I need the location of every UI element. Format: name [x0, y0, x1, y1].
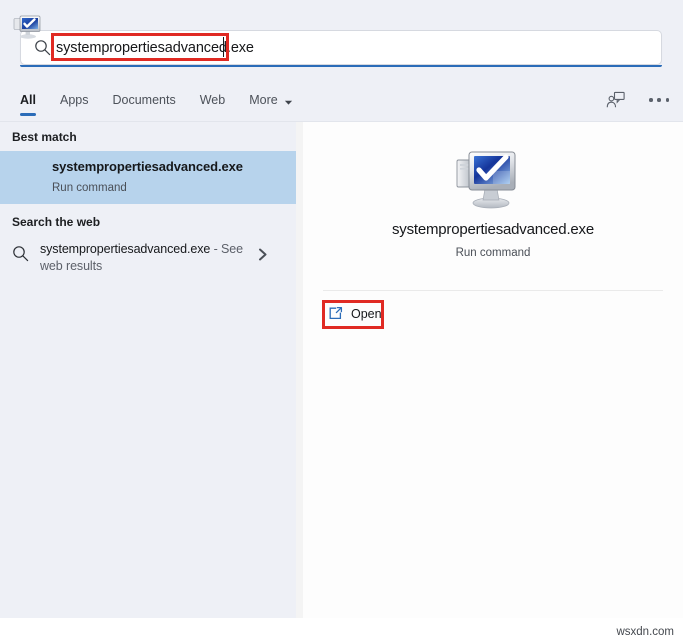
tab-apps-label: Apps: [59, 93, 89, 107]
tab-web[interactable]: Web: [200, 78, 225, 122]
search-box-accent-underline: [20, 65, 662, 67]
chevron-right-icon[interactable]: [256, 248, 269, 261]
web-result-query: systempropertiesadvanced.exe: [40, 242, 211, 256]
search-filter-tabs: All Apps Documents Web More: [0, 78, 683, 122]
tab-more[interactable]: More: [249, 78, 292, 122]
bottom-strip: [0, 618, 683, 644]
system-properties-icon: [455, 145, 523, 213]
web-result-text: systempropertiesadvanced.exe - See web r…: [40, 241, 245, 275]
tab-all[interactable]: All: [20, 78, 36, 122]
tab-web-label: Web: [199, 93, 226, 107]
preview-subtitle: Run command: [455, 247, 531, 259]
open-button-label: Open: [351, 307, 382, 321]
tab-active-underline: [20, 113, 36, 116]
windows-search-window: All Apps Documents Web More: [0, 0, 683, 644]
preview-divider: [323, 290, 663, 291]
tab-documents-label: Documents: [112, 93, 176, 107]
tabbar-actions: [606, 78, 669, 122]
pane-divider: [296, 122, 303, 644]
tab-documents[interactable]: Documents: [112, 78, 175, 122]
dot-3: [665, 98, 669, 102]
best-match-subtitle: Run command: [52, 182, 127, 194]
tab-apps[interactable]: Apps: [60, 78, 89, 122]
dot-2: [657, 98, 661, 102]
open-external-icon: [328, 306, 343, 321]
watermark: wsxdn.com: [616, 626, 674, 638]
search-the-web-header: Search the web: [12, 215, 101, 229]
preview-title: systempropertiesadvanced.exe: [391, 221, 594, 238]
feedback-icon[interactable]: [606, 91, 625, 110]
text-cursor: [223, 37, 224, 57]
search-icon: [34, 39, 51, 56]
search-bar-region: [0, 0, 683, 78]
tab-more-label: More: [249, 93, 278, 107]
dot-1: [649, 98, 653, 102]
system-properties-icon: [13, 13, 43, 40]
best-match-title: systempropertiesadvanced.exe: [52, 159, 243, 174]
best-match-header: Best match: [12, 130, 77, 144]
chevron-down-icon: [284, 96, 293, 105]
search-input[interactable]: [56, 36, 616, 59]
more-options-icon[interactable]: [649, 91, 669, 109]
tab-all-label: All: [20, 93, 36, 107]
search-icon: [12, 245, 29, 262]
tab-list: All Apps Documents Web More: [20, 78, 317, 122]
